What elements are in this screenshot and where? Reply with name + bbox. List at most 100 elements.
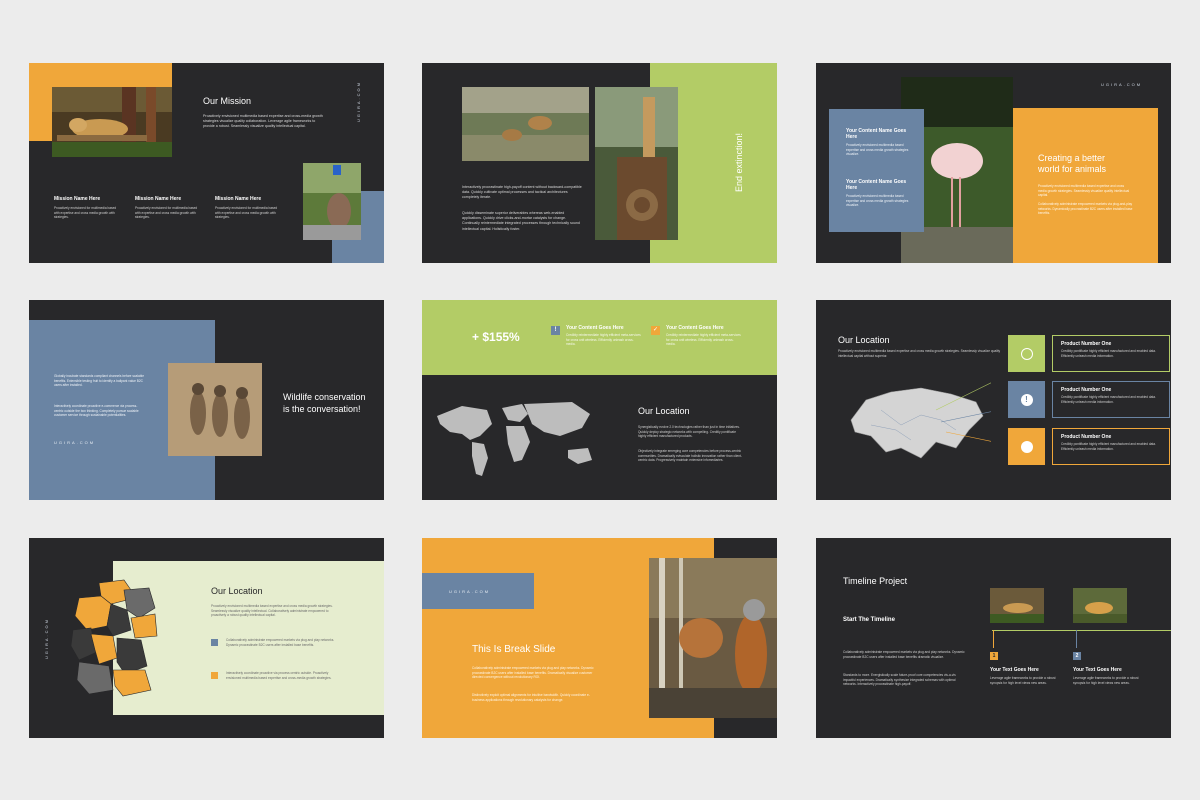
slide5-title: Our Location [638, 406, 690, 416]
slide1-col-3: Mission Name Here Proactively envisioned… [215, 196, 280, 220]
product-title: Product Number One [1061, 387, 1112, 393]
brand-vertical: UGIRA.COM [44, 618, 49, 660]
slide1-title: Our Mission [203, 96, 252, 106]
timeline-step-2: Your Text Goes Here Leverage agile frame… [1073, 667, 1143, 685]
slide4-p1: Globally incubate standards compliant ch… [54, 374, 145, 388]
slide1-col-2: Mission Name Here Proactively envisioned… [135, 196, 200, 220]
slide-product-location[interactable]: Our Location Proactively envisioned mult… [816, 300, 1171, 500]
product-title: Product Number One [1061, 341, 1112, 347]
product-text: Credibly pontificate highly efficient ma… [1061, 442, 1156, 451]
brand-label: UGIRA.COM [1101, 82, 1143, 87]
slide7-item-1: Collaboratively administrate empowered m… [226, 638, 335, 647]
timeline-connector-1 [993, 630, 994, 648]
deer-photo [462, 87, 589, 161]
product-text: Credibly pontificate highly efficient ma… [1061, 349, 1156, 358]
slide-our-mission[interactable]: Our Mission Proactively envisioned multi… [29, 63, 384, 263]
slide3-item-1: Your Content Name Goes Here Proactively … [846, 128, 910, 157]
slide3-title: Creating a better world for animals [1038, 153, 1107, 174]
slide5-item-1: Your Content Goes Here Credibly reinterm… [566, 325, 641, 347]
slide2-p2: Quickly disseminate superior deliverable… [462, 211, 580, 231]
slide-germany-location[interactable]: UGIRA.COM Our Location Proactively envis… [29, 538, 384, 738]
col-text: Proactively envisioned for multimedia ba… [135, 206, 198, 220]
slide-world-location[interactable]: + $155% ! Your Content Goes Here Credibl… [422, 300, 777, 500]
elephant-photo [303, 163, 361, 240]
slide3-p1: Proactively envisioned multimedia based … [1038, 184, 1130, 198]
slide4-title: Wildlife conservation is the conversatio… [283, 392, 366, 414]
slide3-p2: Collaboratively administrate empowered m… [1038, 202, 1133, 216]
product-text: Credibly pontificate highly efficient ma… [1061, 395, 1156, 404]
item-title: Your Content Goes Here [666, 325, 724, 331]
clock-icon [1020, 347, 1033, 360]
clock-icon-box [1008, 335, 1045, 372]
slide-break[interactable]: UGIRA.COM This Is Break Slide Collaborat… [422, 538, 777, 738]
product-box-1[interactable]: Product Number One Credibly pontificate … [1052, 335, 1170, 372]
item-text: Proactively envisioned multimedia based … [846, 143, 909, 157]
col-title: Mission Name Here [135, 196, 182, 202]
brand-vertical: UGIRA.COM [356, 81, 361, 123]
timeline-photo-1 [990, 588, 1044, 623]
slide2-vertical-title: End extinction! [734, 133, 744, 193]
slide5-p1: Synergistically evolve 2.0 technologies … [638, 425, 740, 439]
globe-icon-box [1008, 428, 1045, 465]
stat-value: + $155% [472, 330, 520, 344]
slide5-p2: Objectively integrate emerging core comp… [638, 449, 742, 463]
item-title: Your Content Name Goes Here [846, 128, 907, 140]
timeline-photo-2 [1073, 588, 1127, 623]
slide4-p2: Interactively coordinate proactive e-com… [54, 404, 139, 418]
deer-child-photo [649, 558, 777, 718]
legend-square-orange [211, 672, 218, 679]
timeline-step-1: Your Text Goes Here Leverage agile frame… [990, 667, 1060, 685]
slide8-p1: Collaboratively administrate empowered m… [472, 666, 594, 680]
slide6-intro: Proactively envisioned multimedia based … [838, 349, 1001, 358]
globe-icon [1020, 440, 1033, 453]
item-title: Your Content Goes Here [566, 325, 624, 331]
step-text: Leverage agile frameworks to provide a r… [990, 676, 1056, 685]
check-icon: ✓ [651, 326, 660, 335]
slide7-title: Our Location [211, 586, 263, 596]
slide9-title: Timeline Project [843, 576, 908, 586]
slide9-subtitle: Start The Timeline [843, 617, 895, 623]
slide-better-world[interactable]: Your Content Name Goes Here Proactively … [816, 63, 1171, 263]
world-map [432, 396, 602, 482]
step-text: Leverage agile frameworks to provide a r… [1073, 676, 1139, 685]
slide8-title: This Is Break Slide [472, 644, 556, 655]
item-text: Credibly reintermediate highly efficient… [666, 333, 741, 347]
germany-map [69, 578, 159, 698]
slide6-title: Our Location [838, 335, 890, 345]
info-icon: ! [551, 326, 560, 335]
col-title: Mission Name Here [54, 196, 101, 202]
alert-icon: ! [1020, 393, 1033, 406]
product-title: Product Number One [1061, 434, 1112, 440]
step-badge-2: 2 [1073, 652, 1081, 660]
slide5-item-2: Your Content Goes Here Credibly reinterm… [666, 325, 741, 347]
legend-square-blue [211, 639, 218, 646]
slide2-p1: Interactively procrastinate high-payoff … [462, 185, 582, 200]
brand-label: UGIRA.COM [54, 440, 96, 445]
col-text: Proactively envisioned for multimedia ba… [54, 206, 117, 220]
slide1-col-1: Mission Name Here Proactively envisioned… [54, 196, 119, 220]
slide9-p1: Collaboratively administrate empowered m… [843, 650, 965, 659]
item-text: Proactively envisioned multimedia based … [846, 194, 909, 208]
slide-wildlife-conservation[interactable]: Globally incubate standards compliant ch… [29, 300, 384, 500]
slide-timeline[interactable]: Timeline Project Start The Timeline Coll… [816, 538, 1171, 738]
step-title: Your Text Goes Here [1073, 667, 1122, 673]
col-text: Proactively envisioned for multimedia ba… [215, 206, 278, 220]
slide-end-extinction[interactable]: End extinction! Interactively procrastin… [422, 63, 777, 263]
item-text: Credibly reintermediate highly efficient… [566, 333, 641, 347]
brand-label: UGIRA.COM [449, 589, 491, 594]
timeline-line [992, 630, 1171, 631]
alert-icon-box: ! [1008, 381, 1045, 418]
slide1-intro: Proactively envisioned multimedia based … [203, 114, 323, 129]
slide3-item-2: Your Content Name Goes Here Proactively … [846, 179, 910, 208]
giraffe-photo [595, 87, 678, 240]
slide7-intro: Proactively envisioned multimedia based … [211, 604, 333, 618]
slide9-p2: Standards to more. Energistically scale … [843, 673, 956, 687]
slide7-item-2: Interactively coordinate proactive via p… [226, 671, 332, 680]
switzerland-map [841, 361, 1034, 465]
col-title: Mission Name Here [215, 196, 262, 202]
product-box-3[interactable]: Product Number One Credibly pontificate … [1052, 428, 1170, 465]
product-box-2[interactable]: Product Number One Credibly pontificate … [1052, 381, 1170, 418]
leopard-photo [52, 87, 172, 157]
slide8-p2: Distinctively exploit optimal alignments… [472, 693, 590, 702]
step-badge-1: 1 [990, 652, 998, 660]
